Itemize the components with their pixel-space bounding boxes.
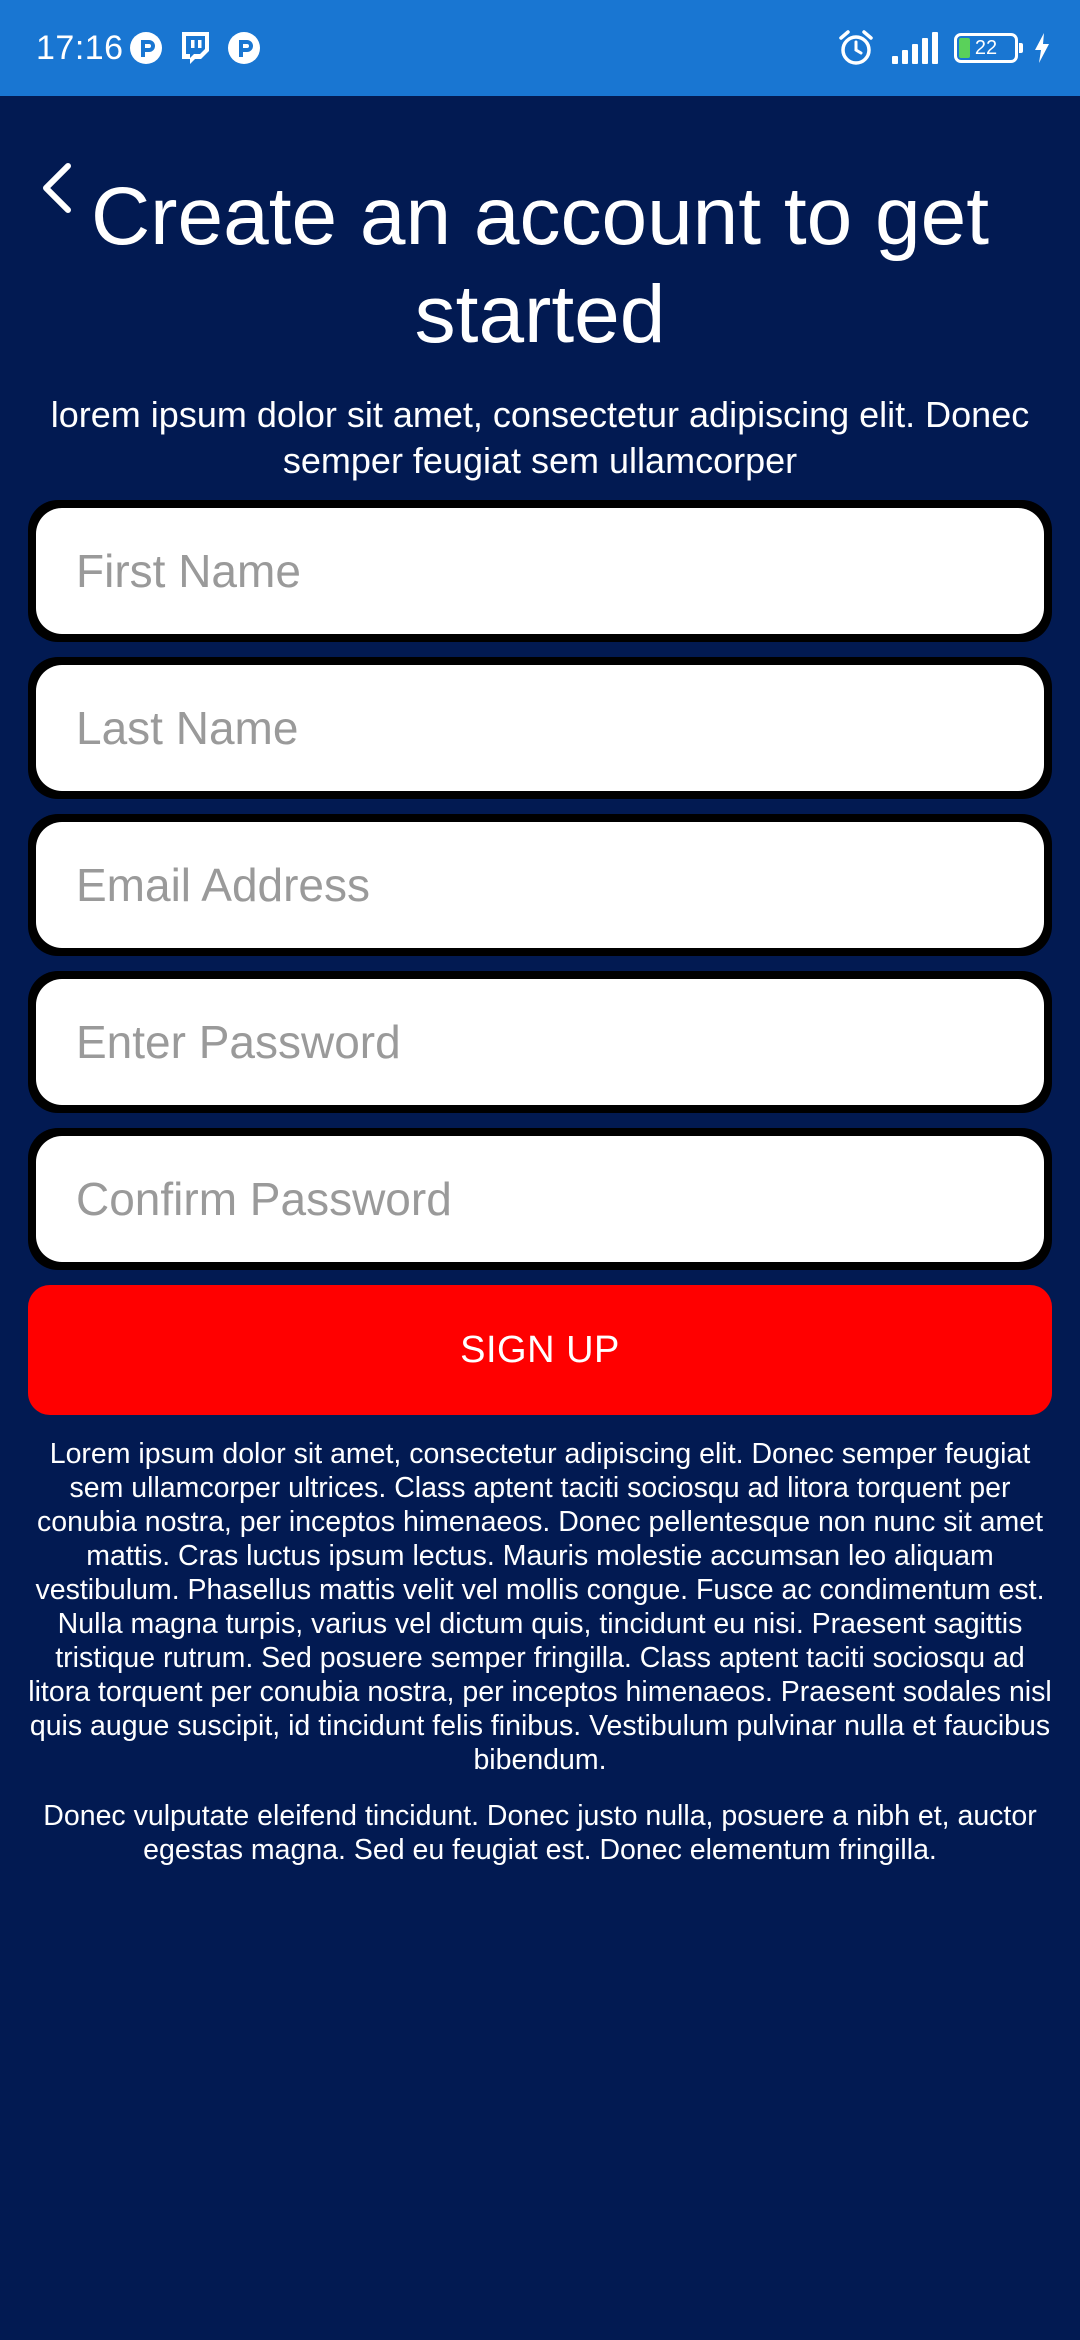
sign-up-button[interactable]: SIGN UP <box>28 1285 1052 1415</box>
terms-paragraph-2: Donec vulputate eleifend tincidunt. Done… <box>43 1800 1037 1866</box>
page-title: Create an account to get started <box>90 171 990 360</box>
confirm-password-input[interactable] <box>36 1136 1044 1262</box>
email-input[interactable] <box>36 822 1044 948</box>
first-name-field-frame <box>28 500 1052 642</box>
confirm-password-field-frame <box>28 1128 1052 1270</box>
charging-icon <box>1035 33 1049 63</box>
terms-text: Lorem ipsum dolor sit amet, consectetur … <box>28 1437 1052 1889</box>
signal-icon <box>892 32 938 64</box>
status-bar: 17:16 22 <box>0 0 1080 96</box>
page-subtitle: lorem ipsum dolor sit amet, consectetur … <box>50 394 1030 481</box>
last-name-field-frame <box>28 657 1052 799</box>
battery-icon: 22 <box>954 33 1023 63</box>
password-input[interactable] <box>36 979 1044 1105</box>
status-time: 17:16 <box>36 29 124 67</box>
app-p-icon <box>228 32 260 64</box>
twitch-icon <box>182 32 209 64</box>
status-system-icons: 22 <box>822 24 1052 72</box>
password-field-frame <box>28 971 1052 1113</box>
status-notification-icons <box>128 28 276 68</box>
terms-paragraph-1: Lorem ipsum dolor sit amet, consectetur … <box>28 1438 1052 1776</box>
alarm-icon <box>839 30 873 65</box>
battery-level-text: 22 <box>974 37 998 59</box>
last-name-input[interactable] <box>36 665 1044 791</box>
email-field-frame <box>28 814 1052 956</box>
app-p-icon <box>130 32 162 64</box>
signup-form <box>28 500 1052 1285</box>
first-name-input[interactable] <box>36 508 1044 634</box>
